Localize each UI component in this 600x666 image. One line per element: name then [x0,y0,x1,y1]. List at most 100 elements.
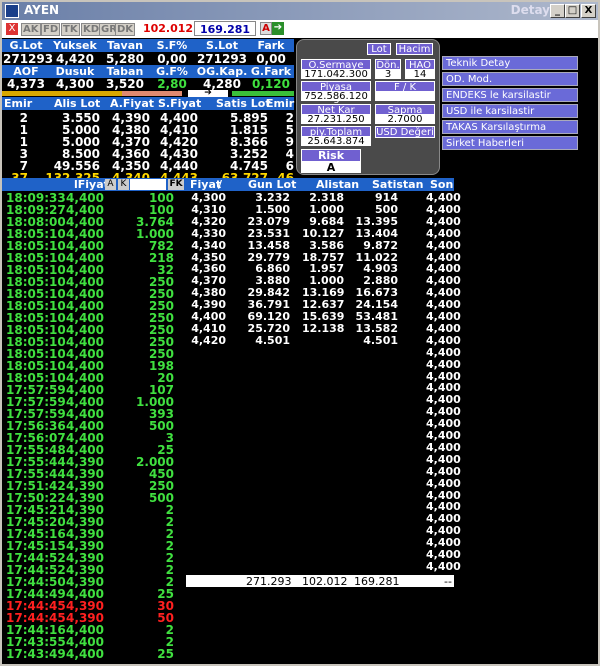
book-row: 1 5.000 4,370 4,420 8.366 9 [2,135,294,149]
total-satistan: 169.281 [354,575,400,588]
grid-totals: 271.293 102.012 169.281 -- [186,575,454,588]
summary2-v-0: 4,373 [7,77,45,91]
grid-son-header[interactable]: Son [430,178,453,191]
sell-volume: 169.281 [194,21,256,36]
filter-input[interactable] [130,179,166,190]
trade-row: 17:55:44 4,390 2.000 [2,455,186,469]
summary1-h-1: Yuksek [53,39,97,52]
grid-son-cell: 4,400 [426,452,461,466]
menu-item[interactable]: ENDEKS le karsilastir [442,88,578,102]
tab-ak[interactable]: AK [21,23,41,36]
book-header-4[interactable]: Satis Lot [216,97,271,110]
grid-satistan-header[interactable]: Satistan [372,178,423,191]
grid-son-cell: 4,400 [426,488,461,502]
menu-item[interactable]: TAKAS Karsılaştırma [442,120,578,134]
maximize-button[interactable]: □ [565,4,580,18]
summary1-h-5: Fark [257,39,285,52]
trade-row: 17:57:59 4,400 1.000 [2,395,186,409]
trade-row: 18:05:10 4,400 250 [2,323,186,337]
grid-son-cell: 4,400 [426,464,461,478]
tab-tk[interactable]: TK [61,23,80,36]
summary1-h-3: S.F% [156,39,188,52]
trade-row: 17:57:59 4,400 393 [2,407,186,421]
sapma-value: 2.7000 [375,115,435,125]
grid-son-cell: 4,400 [426,381,461,395]
trade-row: 18:05:10 4,400 198 [2,359,186,373]
trade-row: 17:44:52 4,390 2 [2,551,186,565]
arrow-right-icon[interactable]: ➔ [272,22,284,35]
price-grid-header: Fiyat / Gun Lot Alistan Satistan Son [186,178,454,191]
trade-row: 18:05:10 4,400 250 [2,299,186,313]
book-header-2[interactable]: A.Fiyat [110,97,154,110]
trades-header: lFiyat A K FK [2,178,186,191]
fk-value [375,92,435,101]
book-header-3[interactable]: S.Fiyat [158,97,201,110]
trade-row: 18:05:10 4,400 20 [2,371,186,385]
book-row: 1 5.000 4,380 4,410 1.815 5 [2,123,294,137]
grid-row: 4,400 69.120 15.639 53.481 [186,310,454,323]
summary2-v-1: 4,300 [56,77,94,91]
title-bar[interactable]: AYEN Detay _ □ X [2,2,598,20]
menu-item[interactable]: USD ile karsilastir [442,104,578,118]
trade-row: 17:55:44 4,390 450 [2,467,186,481]
grid-son-cell: 4,400 [426,512,461,526]
tab-dk[interactable]: DK [115,23,136,36]
spread-bar: ➔ [2,89,294,98]
filter-a-button[interactable]: A [105,179,116,190]
close-button[interactable]: X [581,4,596,18]
fk-button[interactable]: FK [168,179,184,190]
trade-row: 17:45:15 4,390 2 [2,539,186,553]
grid-son-cell: 4,400 [426,476,461,490]
toolbar: X AK FD TK KD GR DK 102.012 169.281 A ➔ [2,20,598,38]
grid-son-cell: 4,400 [426,405,461,419]
minimize-button[interactable]: _ [550,4,565,18]
total-alistan: 102.012 [302,575,348,588]
menu-item[interactable]: Sirket Haberleri [442,136,578,150]
grid-row: 4,410 25.720 12.138 13.582 [186,322,454,335]
total-lot: 271.293 [246,575,292,588]
grid-son-cell: 4,400 [426,559,461,573]
grid-son-cell: 4,400 [426,250,461,264]
usd-button[interactable]: USD Değeri [375,126,435,138]
risk-value: A [301,162,361,173]
summary1-v-5: 0,00 [256,52,286,66]
trade-row: 17:44:16 4,400 2 [2,623,186,637]
grid-son-cell: 4,400 [426,417,461,431]
grid-son-cell: 4,400 [426,321,461,335]
summary1-v-1: 4,420 [56,52,94,66]
trade-row: 17:51:42 4,390 250 [2,479,186,493]
trade-lot: 25 [157,647,174,661]
info-panel: Lot Hacim O.Sermaye 171.042.300 Dön. 3 H… [296,39,440,175]
alarm-button[interactable]: A [260,22,272,35]
trade-row: 17:43:49 4,400 25 [2,647,186,661]
lot-button[interactable]: Lot [367,43,391,55]
summary1-h-2: Tavan [107,39,143,52]
trade-row: 18:05:10 4,400 250 [2,287,186,301]
grid-son-cell: 4,400 [426,548,461,561]
grid-son-cell: 4,400 [426,214,461,228]
tab-fd[interactable]: FD [41,23,61,36]
trade-row: 17:44:52 4,390 2 [2,563,186,577]
grid-alistan-header[interactable]: Alistan [316,178,359,191]
summary1-h-0: G.Lot [9,39,43,52]
book-header-0[interactable]: Emir [4,97,32,110]
menu-item[interactable]: Teknik Detay [442,56,578,70]
trade-row: 17:44:49 4,400 25 [2,587,186,601]
filter-k-button[interactable]: K [118,179,129,190]
buy-volume: 102.012 [142,22,194,35]
trade-price: 4,400 [66,647,104,661]
grid-row: 4,320 23.079 9.684 13.395 [186,215,454,228]
trade-time: 17:43:49 [6,647,66,661]
book-header-1[interactable]: Alis Lot [54,97,100,110]
summary1-h-4: S.Lot [206,39,238,52]
grid-lot-header[interactable]: Gun Lot [248,178,296,191]
trade-row: 18:05:10 4,400 782 [2,239,186,253]
don-value: 3 [375,70,401,80]
grid-son-cell: 4,400 [426,429,461,442]
grid-price-header[interactable]: Fiyat [190,178,221,191]
summary2-v-2: 3,520 [106,77,144,91]
book-header-5[interactable]: Emir [266,97,294,110]
hacim-button[interactable]: Hacim [396,43,433,55]
menu-item[interactable]: OD. Mod. [442,72,578,86]
close-symbol-icon[interactable]: X [6,23,18,35]
